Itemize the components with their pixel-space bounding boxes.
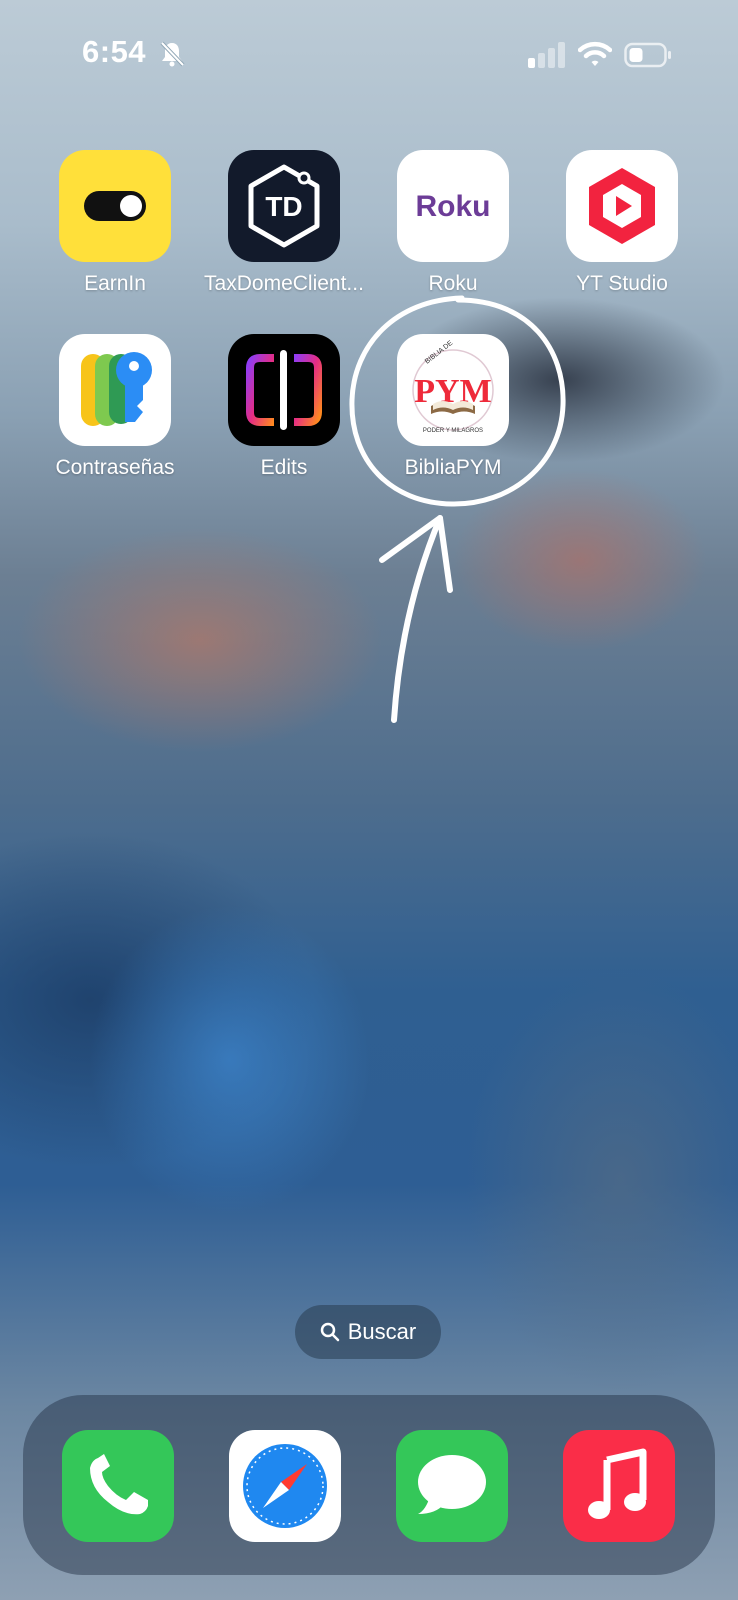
annotation-arrowhead (379, 515, 453, 593)
biblia-top-text: BIBLIA DE (424, 339, 455, 365)
safari-app-icon[interactable] (229, 1430, 341, 1542)
app-label: YT Studio (576, 272, 668, 295)
app-taxdome[interactable]: TD TaxDomeClient... (199, 150, 369, 296)
passwords-app-icon (59, 334, 171, 446)
wifi-icon (578, 41, 612, 66)
yt-studio-app-icon (566, 150, 678, 262)
magnifier-icon (320, 1322, 339, 1342)
bell-slash-icon (160, 41, 185, 67)
biblia-bottom-text: PODER Y MILAGROS (423, 428, 483, 434)
status-time: 6:54 (82, 34, 147, 69)
app-label: Edits (260, 456, 308, 479)
messages-app-icon[interactable] (396, 1430, 508, 1542)
app-earnin[interactable]: EarnIn (30, 150, 200, 296)
phone-app-icon[interactable] (62, 1430, 174, 1542)
search-button[interactable]: Buscar (295, 1305, 441, 1359)
bibliapym-app-icon: BIBLIA DE PODER Y MILAGROS PYM (397, 334, 509, 446)
app-roku[interactable]: Roku Roku (368, 150, 538, 296)
app-bibliapym[interactable]: BIBLIA DE PODER Y MILAGROS PYM BibliaPYM (368, 334, 538, 480)
edits-app-icon (228, 334, 340, 446)
taxdome-text: TD (265, 191, 302, 222)
app-label: TaxDomeClient... (204, 272, 364, 295)
dock (23, 1395, 715, 1575)
app-label: Contraseñas (55, 456, 175, 479)
app-yt-studio[interactable]: YT Studio (537, 150, 707, 296)
earnin-app-icon (59, 150, 171, 262)
app-label: EarnIn (84, 272, 146, 295)
cellular-signal-icon (528, 42, 565, 68)
search-label: Buscar (347, 1319, 417, 1344)
roku-app-icon: Roku (397, 150, 509, 262)
app-edits[interactable]: Edits (199, 334, 369, 480)
app-label: Roku (428, 272, 478, 295)
app-contrasenas[interactable]: Contraseñas (30, 334, 200, 480)
roku-text: Roku (416, 190, 491, 223)
taxdome-app-icon: TD (228, 150, 340, 262)
battery-icon (624, 42, 671, 68)
app-label: BibliaPYM (404, 456, 502, 479)
status-bar: 6:54 (0, 0, 738, 100)
music-app-icon[interactable] (563, 1430, 675, 1542)
annotation-arrow (391, 515, 443, 723)
